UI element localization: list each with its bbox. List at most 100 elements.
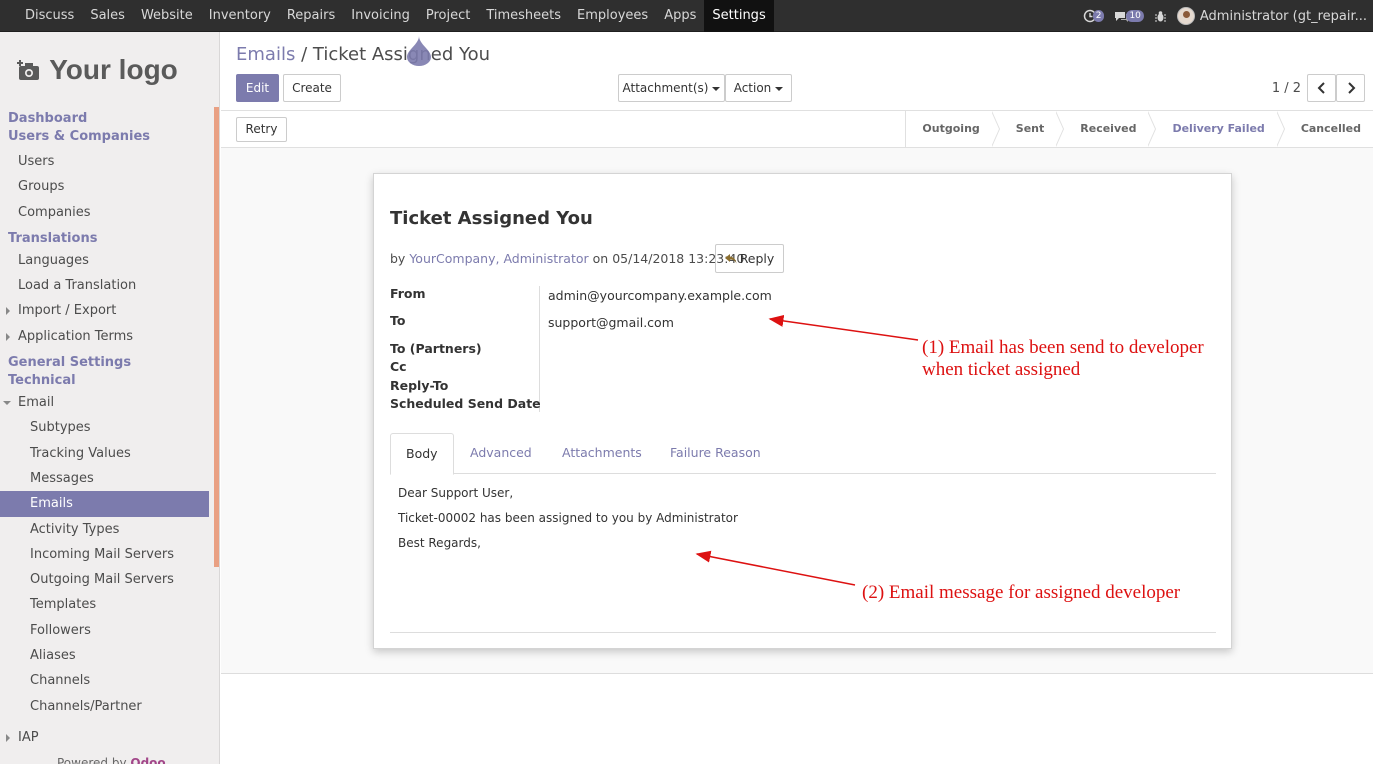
sidebar-item-channels[interactable]: Channels — [0, 668, 209, 693]
tab-advanced[interactable]: Advanced — [470, 433, 532, 474]
menu-website[interactable]: Website — [133, 0, 201, 32]
sidebar-item-outgoing-mail-servers[interactable]: Outgoing Mail Servers — [0, 567, 209, 592]
caret-down-icon — [775, 86, 784, 91]
tab-failure-reason[interactable]: Failure Reason — [670, 433, 761, 474]
status-bar: Outgoing Sent Received Delivery Failed C… — [905, 111, 1373, 147]
status-cancelled[interactable]: Cancelled — [1277, 111, 1373, 147]
sidebar-section-translations[interactable]: Translations — [0, 230, 209, 248]
sidebar-item-iap[interactable]: IAP — [0, 725, 209, 750]
menu-invoicing[interactable]: Invoicing — [343, 0, 418, 32]
cc-label: Cc — [390, 359, 407, 374]
debug-button[interactable] — [1154, 10, 1167, 23]
main-content: Emails / Ticket Assigned You Edit Create… — [215, 32, 1373, 764]
sidebar-item-groups[interactable]: Groups — [0, 174, 209, 199]
sidebar-item-activity-types[interactable]: Activity Types — [0, 517, 209, 542]
field-divider — [539, 286, 540, 412]
sidebar-item-messages[interactable]: Messages — [0, 466, 209, 491]
sheet-divider — [390, 632, 1216, 633]
sidebar-item-load-translation[interactable]: Load a Translation — [0, 273, 209, 298]
by-label: by — [390, 251, 406, 266]
status-outgoing[interactable]: Outgoing — [906, 111, 1001, 147]
scheduled-date-label: Scheduled Send Date — [390, 396, 541, 411]
sidebar-section-users-companies[interactable]: Users & Companies — [0, 128, 209, 146]
author-company-link[interactable]: YourCompany, — [409, 251, 499, 266]
menu-settings[interactable]: Settings — [704, 0, 774, 32]
powered-by-label: Powered by — [57, 756, 127, 764]
menu-inventory[interactable]: Inventory — [201, 0, 279, 32]
annotation-note-1-line-1: (1) Email has been send to developer — [922, 337, 1204, 358]
menu-discuss[interactable]: Discuss — [17, 0, 82, 32]
sidebar: Your logo Dashboard Users & Companies Us… — [0, 32, 220, 764]
messages-button[interactable]: 10 — [1114, 10, 1144, 23]
action-label: Action — [733, 81, 772, 95]
sidebar-item-users[interactable]: Users — [0, 149, 209, 174]
sidebar-item-incoming-mail-servers[interactable]: Incoming Mail Servers — [0, 542, 209, 567]
app-menu: Discuss Sales Website Inventory Repairs … — [17, 0, 774, 32]
logo-text: Your logo — [49, 53, 178, 85]
activity-button[interactable]: 2 — [1083, 9, 1105, 23]
menu-sales[interactable]: Sales — [82, 0, 133, 32]
messages-badge: 10 — [1126, 10, 1144, 22]
to-value: support@gmail.com — [548, 315, 674, 330]
sidebar-section-technical[interactable]: Technical — [0, 372, 209, 390]
sidebar-item-email[interactable]: Email — [0, 390, 209, 415]
chevron-left-icon — [1317, 82, 1325, 94]
caret-right-icon — [6, 307, 10, 316]
pager-value[interactable]: 1 / 2 — [1272, 81, 1301, 96]
create-button[interactable]: Create — [283, 74, 341, 102]
company-logo[interactable]: Your logo — [0, 32, 219, 107]
pager-next-button[interactable] — [1336, 74, 1365, 102]
sidebar-accent-bar — [214, 107, 219, 567]
action-dropdown[interactable]: Action — [725, 74, 792, 102]
sidebar-section-dashboard[interactable]: Dashboard — [0, 110, 209, 128]
edit-button[interactable]: Edit — [236, 74, 279, 102]
menu-timesheets[interactable]: Timesheets — [478, 0, 569, 32]
email-byline: by YourCompany, Administrator on 05/14/2… — [390, 251, 744, 266]
tab-attachments[interactable]: Attachments — [562, 433, 642, 474]
tab-body[interactable]: Body — [390, 433, 454, 475]
sidebar-item-subtypes[interactable]: Subtypes — [0, 415, 209, 440]
odoo-link[interactable]: Odoo — [130, 756, 165, 764]
status-received[interactable]: Received — [1056, 111, 1157, 147]
attachments-dropdown[interactable]: Attachment(s) — [618, 74, 725, 102]
menu-repairs[interactable]: Repairs — [279, 0, 343, 32]
sidebar-item-label: Application Terms — [18, 328, 134, 344]
top-navbar: Discuss Sales Website Inventory Repairs … — [0, 0, 1373, 32]
from-value: admin@yourcompany.example.com — [548, 288, 772, 303]
chevron-right-icon — [1347, 82, 1355, 94]
bug-icon — [1154, 10, 1166, 21]
sidebar-item-channels-partner[interactable]: Channels/Partner — [0, 694, 209, 719]
body-line-signoff: Best Regards, — [398, 536, 481, 550]
sidebar-item-followers[interactable]: Followers — [0, 618, 209, 643]
sidebar-item-emails[interactable]: Emails — [0, 491, 209, 517]
sidebar-item-aliases[interactable]: Aliases — [0, 643, 209, 668]
avatar — [1176, 7, 1195, 25]
sidebar-item-application-terms[interactable]: Application Terms — [0, 324, 209, 349]
menu-apps[interactable]: Apps — [656, 0, 704, 32]
sidebar-item-label: Import / Export — [18, 303, 117, 319]
menu-project[interactable]: Project — [418, 0, 478, 32]
sidebar-section-general-settings[interactable]: General Settings — [0, 354, 209, 372]
breadcrumb-emails[interactable]: Emails — [236, 44, 295, 65]
caret-right-icon — [6, 733, 10, 742]
email-form-sheet: Ticket Assigned You by YourCompany, Admi… — [373, 173, 1232, 649]
notebook-tabs: Body Advanced Attachments Failure Reason — [390, 433, 1216, 475]
retry-button[interactable]: Retry — [236, 117, 287, 142]
sidebar-item-languages[interactable]: Languages — [0, 248, 209, 273]
menu-employees[interactable]: Employees — [569, 0, 656, 32]
breadcrumb-separator: / — [301, 44, 308, 65]
status-delivery-failed[interactable]: Delivery Failed — [1148, 111, 1286, 147]
body-line-greeting: Dear Support User, — [398, 486, 514, 500]
user-menu[interactable]: Administrator (gt_repair... — [1176, 7, 1367, 25]
on-label: on — [592, 251, 609, 266]
to-partners-label: To (Partners) — [390, 341, 482, 356]
pager-previous-button[interactable] — [1307, 74, 1336, 102]
sidebar-item-import-export[interactable]: Import / Export — [0, 298, 209, 323]
sidebar-item-companies[interactable]: Companies — [0, 200, 209, 225]
status-sent[interactable]: Sent — [992, 111, 1065, 147]
sidebar-item-templates[interactable]: Templates — [0, 592, 209, 617]
attachments-label: Attachment(s) — [622, 81, 709, 95]
author-link[interactable]: Administrator — [503, 251, 588, 266]
reply-button[interactable]: Reply — [715, 244, 784, 273]
sidebar-item-tracking-values[interactable]: Tracking Values — [0, 441, 209, 466]
